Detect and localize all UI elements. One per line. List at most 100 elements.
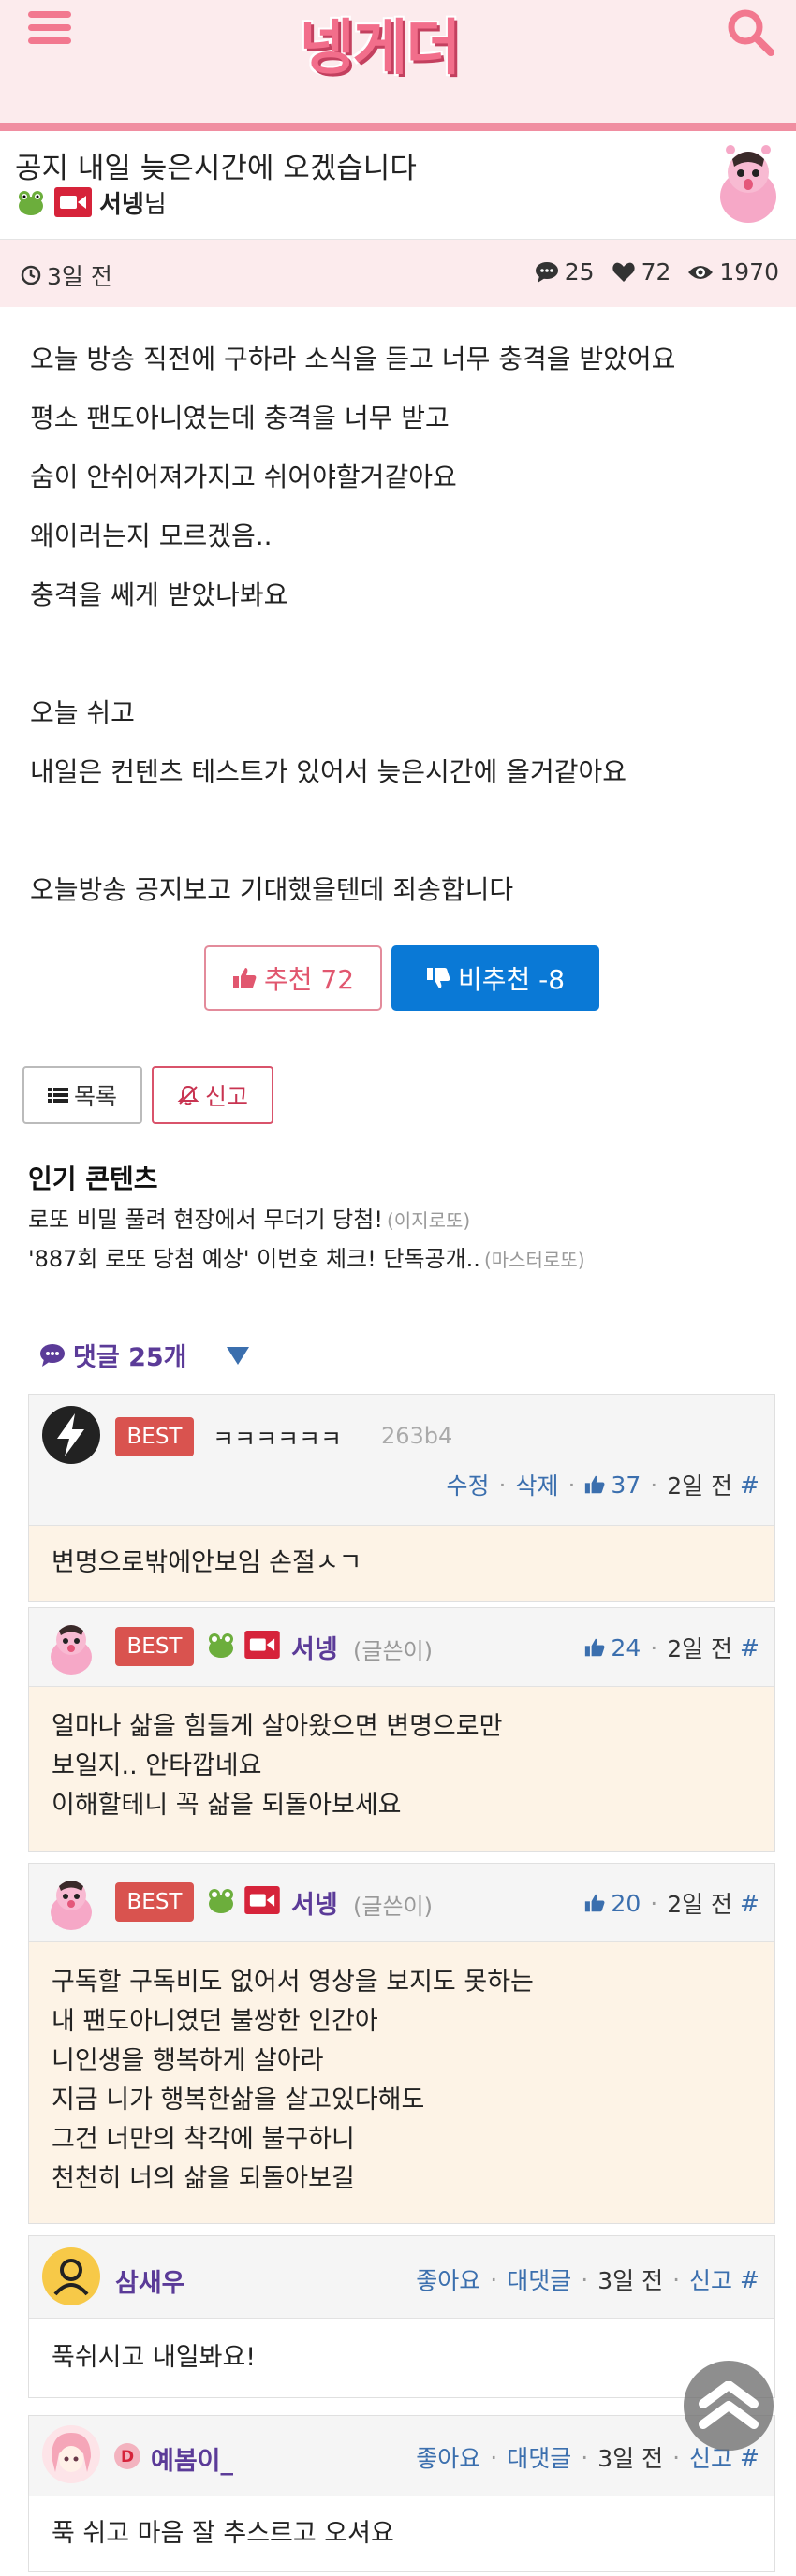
comment-item: BEST 서넹 (글쓴이) [28,1607,775,1852]
post-body-line: 내일은 컨텐츠 테스트가 있어서 늦은시간에 올거같아요 [30,756,626,787]
post-title: 공지 내일 늦은시간에 오겠습니다 [15,152,417,185]
list-icon [47,1088,68,1103]
best-badge: BEST [115,1627,194,1666]
user-avatar-icon[interactable] [42,2247,100,2305]
post-body-line: 오늘 방송 직전에 구하라 소식을 듣고 너무 충격을 받았어요 [30,344,676,374]
downvote-button[interactable]: 비추천 -8 [391,945,599,1011]
popular-item[interactable]: 로또 비밀 풀려 현장에서 무더기 당첨! (이지로또) [28,1200,768,1239]
reply-link[interactable]: 대댓글 [507,2262,571,2296]
edit-link[interactable]: 수정 [446,1468,489,1501]
report-button[interactable]: 신고 [152,1066,273,1124]
search-icon[interactable] [726,7,776,58]
like-link[interactable]: 좋아요 [416,2262,480,2296]
post-body-line: 오늘방송 공지보고 기대했을텐데 죄송합니다 [30,874,514,905]
logo-text: 넹게더 [299,14,462,83]
writer-tag: (글쓴이) [353,1894,433,1920]
comment-inline-text: ㅋㅋㅋㅋㅋㅋ [213,1426,343,1453]
post-time-text: 3일 전 [47,263,112,290]
svg-text:D: D [121,2448,134,2466]
like-stat: 72 [612,258,671,285]
comment-text: 변명으로밖에안보임 손절ㅅㄱ [52,1548,362,1577]
delete-link[interactable]: 삭제 [515,1468,558,1501]
comment-item: D 예봄이_ 좋아요 · 대댓글 · 3일 전 · 신고 # 푹 쉬고 마음 잘… [28,2415,775,2572]
best-badge: BEST [115,1882,194,1922]
comment-permalink[interactable]: # [740,1471,759,1499]
comment-actions: 좋아요 · 대댓글 · 3일 전 · 신고 # [416,2262,759,2296]
speech-bubble-icon [535,261,558,283]
post-body: 오늘 방송 직전에 구하라 소식을 듣고 너무 충격을 받았어요 평소 팬도아니… [30,329,770,919]
bell-slash-icon [177,1085,199,1105]
downvote-label: 비추천 -8 [457,964,566,995]
comment-header: BEST ㅋㅋㅋㅋㅋㅋ 263b4 수정 · 삭제 · 37 · 2일 전 # [29,1395,774,1526]
comment-author-name[interactable]: 예봄이_ [151,2440,233,2477]
comment-actions: 24 · 2일 전 # [584,1631,759,1664]
comment-time: 2일 전 [667,1635,733,1662]
author-avatar[interactable] [42,1617,100,1676]
comment-body: 구독할 구독비도 없어서 영상을 보지도 못하는 내 팬도아니였던 불쌍한 인간… [29,1942,774,2223]
video-camera-badge-icon [54,187,92,217]
report-link[interactable]: 신고 [689,2262,732,2296]
comment-time: 2일 전 [667,1891,733,1918]
frog-badge-icon [19,191,43,215]
popular-item-text: 로또 비밀 풀려 현장에서 무더기 당첨! [28,1207,383,1233]
reply-link[interactable]: 대댓글 [507,2440,571,2474]
comment-text: 구독할 구독비도 없어서 영상을 보지도 못하는 [52,1968,534,1997]
post-body-line: 왜이러는지 모르겠음.. [30,520,273,551]
post-author-suffix: 님 [143,190,167,219]
post-author-name[interactable]: 서넹 [99,185,144,220]
comment-like-count: 37 [611,1471,641,1499]
like-link[interactable]: 좋아요 [416,2440,480,2474]
comment-stat-count: 25 [564,258,595,285]
lightning-avatar-icon[interactable] [42,1406,100,1464]
comment-text: 그건 너만의 착각에 불구하니 [52,2125,355,2154]
comment-text: 푹쉬시고 내일봐요! [52,2343,257,2372]
comment-body: 푹 쉬고 마음 잘 추스르고 오셔요 [29,2496,774,2571]
author-avatar[interactable] [42,1873,100,1931]
comment-text: 푹 쉬고 마음 잘 추스르고 오셔요 [52,2519,394,2548]
comment-stat: 25 [535,258,595,285]
hamburger-menu-icon[interactable] [28,11,71,51]
list-button[interactable]: 목록 [22,1066,142,1124]
thumbs-up-icon [585,1894,605,1912]
comment-header: 삼새우 좋아요 · 대댓글 · 3일 전 · 신고 # [29,2236,774,2319]
popular-item-source: (마스터로또) [483,1249,585,1271]
post-actions: 목록 신고 [22,1066,273,1124]
comment-like-button[interactable]: 37 [584,1471,641,1499]
thumbs-up-icon [585,1475,605,1494]
author-badges [205,1886,287,1914]
anime-avatar-icon[interactable] [42,2425,100,2483]
view-stat-count: 1970 [719,258,779,285]
comment-permalink[interactable]: # [740,1634,759,1661]
comment-permalink[interactable]: # [740,2266,759,2293]
post-body-line [30,624,770,683]
post-body-line: 오늘 쉬고 [30,697,135,728]
scroll-to-top-button[interactable] [684,2361,774,2451]
comment-author-name[interactable]: 서넹 [291,1629,338,1665]
like-stat-count: 72 [641,258,671,285]
thumbs-up-icon [585,1638,605,1657]
author-badges [205,1631,287,1659]
chevron-down-icon[interactable] [225,1344,251,1367]
upvote-button[interactable]: 추천 72 [204,945,382,1011]
comment-bubble-icon [40,1343,65,1367]
chevron-up-icon [699,2381,759,2429]
comment-like-count: 20 [611,1889,641,1917]
post-meta-bar: 3일 전 25 72 1970 [0,240,796,307]
clock-icon [21,265,41,285]
comment-like-button[interactable]: 20 [584,1890,641,1917]
author-avatar[interactable] [712,142,785,225]
comment-like-button[interactable]: 24 [584,1634,641,1661]
popular-item-text: '887회 로또 당첨 예상' 이번호 체크! 단독공개.. [28,1246,480,1272]
comment-actions: 20 · 2일 전 # [584,1886,759,1920]
popular-item[interactable]: '887회 로또 당첨 예상' 이번호 체크! 단독공개.. (마스터로또) [28,1239,768,1279]
site-logo[interactable]: 넹게더 [248,13,510,84]
comment-author-name[interactable]: 삼새우 [115,2262,185,2299]
post-time: 3일 전 [21,258,112,292]
popular-content: 인기 콘텐츠 로또 비밀 풀려 현장에서 무더기 당첨! (이지로또) '887회… [28,1159,768,1279]
comment-like-count: 24 [611,1633,641,1661]
comment-author-name[interactable]: 서넹 [291,1884,338,1921]
comment-permalink[interactable]: # [740,1890,759,1917]
list-button-label: 목록 [73,1083,117,1110]
thumbs-down-icon [426,968,450,988]
comment-body: 변명으로밖에안보임 손절ㅅㄱ [29,1526,774,1601]
